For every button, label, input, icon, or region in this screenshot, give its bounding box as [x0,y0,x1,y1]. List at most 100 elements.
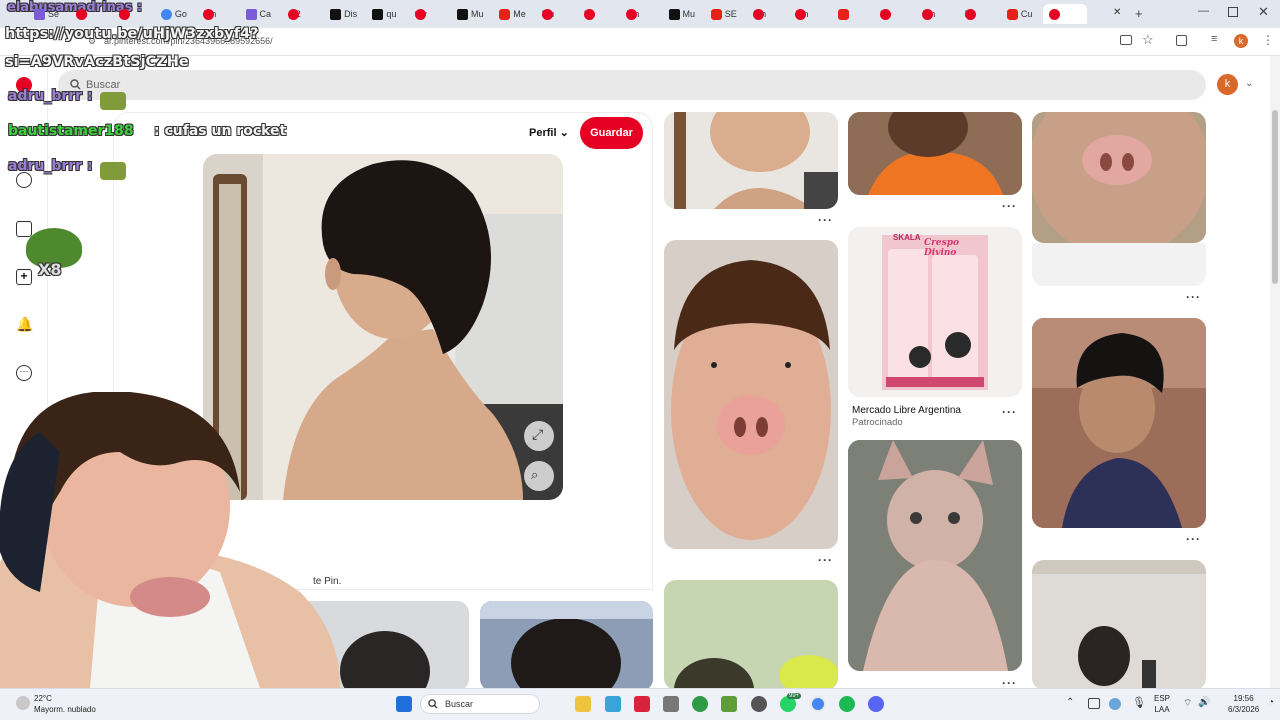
chrome-icon[interactable] [692,696,708,712]
browser-tab[interactable]: Dis [324,4,362,24]
spotify-icon[interactable] [839,696,855,712]
pin-image[interactable] [664,580,838,690]
overlay-link-line: https://youtu.be/uHjW3zxbyf4? [5,26,259,42]
tab-label: Ca [259,9,272,19]
install-app-icon[interactable] [1120,35,1132,45]
weather-widget[interactable]: 22°C Mayorm. nublado [34,693,96,715]
emote-icon [100,92,126,110]
discord-icon[interactable] [868,696,884,712]
taskbar-search-label: Buscar [445,699,474,709]
pin-image[interactable] [664,112,838,209]
pin-favicon-icon [753,8,765,20]
browser-tab[interactable]: Me [493,4,531,24]
windows-start-icon[interactable] [396,696,412,712]
browser-tab[interactable]: Mu [663,4,701,24]
minimize-button[interactable]: — [1198,5,1209,17]
pin-image[interactable] [848,440,1022,671]
new-tab-button[interactable]: + [1135,6,1143,21]
app-icon[interactable] [663,696,679,712]
more-options-icon[interactable]: ··· [1186,290,1201,304]
more-options-icon[interactable]: ··· [1002,405,1017,419]
chrome-active-icon[interactable] [810,696,826,712]
more-options-icon[interactable]: ··· [818,553,833,567]
visual-search-icon[interactable] [524,461,554,491]
browser-tab[interactable]: De [70,4,108,24]
pin-favicon-icon [118,8,130,20]
tray-app-icon[interactable] [1088,698,1100,709]
browser-tab[interactable] [832,4,870,24]
more-options-icon[interactable]: ··· [818,213,833,227]
browser-tab[interactable]: Ro [874,4,912,24]
browser-tab[interactable]: Pin [916,4,954,24]
emote-icon [100,162,126,180]
browser-tab[interactable]: Pin [747,4,785,24]
pin-image[interactable] [1032,560,1206,690]
tray-app-icon[interactable] [1109,698,1121,710]
more-options-icon[interactable]: ··· [1002,199,1017,213]
browser-tab[interactable]: Se [28,4,66,24]
user-avatar[interactable]: k [1217,74,1238,95]
browser-tab[interactable]: Pin [789,4,827,24]
pin-image[interactable] [1032,112,1206,243]
overlay-chat-username: bautistamer188 [8,123,134,139]
ad-title[interactable]: Mercado Libre Argentina [852,405,961,416]
minecraft-icon[interactable] [721,696,737,712]
cap-favicon-icon [34,8,45,20]
pin-image[interactable] [664,240,838,549]
weather-temp: 22°C [34,694,52,703]
browser-tab[interactable]: De [113,4,151,24]
pin-footer [1032,243,1206,286]
messages-icon[interactable]: ··· [16,365,32,381]
browser-tab[interactable]: Go [155,4,193,24]
browser-menu-icon[interactable]: ⋮ [1262,33,1274,47]
browser-tab[interactable]: Pin [620,4,658,24]
browser-tab[interactable]: Mu [536,4,574,24]
file-explorer-icon[interactable] [575,696,591,712]
browser-tab[interactable]: Mu [451,4,489,24]
volume-icon[interactable]: 🔊 [1198,697,1210,708]
browser-tab[interactable]: Ca [240,4,278,24]
language-indicator[interactable]: ESP LAA [1154,693,1170,715]
obs-icon[interactable] [751,696,767,712]
browser-tab[interactable]: Fu [959,4,997,24]
pin-image[interactable] [1032,318,1206,528]
browser-tab[interactable]: Di [578,4,616,24]
chevron-up-icon[interactable]: ⌃ [1066,697,1074,708]
create-plus-icon[interactable]: + [16,269,32,285]
save-button[interactable]: Guardar [580,117,643,149]
explore-compass-icon[interactable] [16,172,32,188]
weather-icon[interactable] [16,696,30,710]
profile-dropdown[interactable]: Perfil ⌄ [529,126,569,139]
system-clock[interactable]: 19:56 6/3/2026 [1228,693,1259,715]
browser-tab[interactable]: SE [705,4,743,24]
media-control-icon[interactable]: ≡ [1211,33,1217,45]
scrollbar-thumb[interactable] [1272,110,1278,284]
browser-tab[interactable]: Pin [197,4,235,24]
browser-profile-avatar[interactable]: k [1234,34,1248,48]
notifications-bell-icon[interactable]: 🔔 [16,316,33,332]
more-options-icon[interactable]: ··· [1186,532,1201,546]
close-tab-icon[interactable]: ✕ [1113,7,1121,18]
boards-icon[interactable] [16,221,32,237]
extensions-icon[interactable] [1176,35,1187,46]
maximize-button[interactable] [1228,7,1238,17]
pin-image[interactable] [480,601,653,691]
taskbar-search-box[interactable] [420,694,540,714]
close-window-button[interactable]: ✕ [1258,4,1269,20]
browser-tab[interactable]: Cu [1001,4,1039,24]
search-input[interactable] [58,70,1206,100]
notification-center-icon[interactable]: ◔ [1268,697,1274,708]
browser-tab[interactable]: qu [366,4,404,24]
microphone-icon[interactable]: 🎙 [1132,696,1146,709]
app-icon[interactable] [634,696,650,712]
tab-label: Go [174,9,187,19]
app-icon[interactable] [605,696,621,712]
pin-image[interactable] [848,112,1022,195]
browser-tab[interactable]: (1 [1043,4,1088,24]
browser-tab[interactable]: (12 [282,4,320,24]
bookmark-star-icon[interactable]: ☆ [1142,32,1154,48]
wifi-icon[interactable]: ⌔ [1183,697,1192,710]
browser-tab[interactable]: tov [409,4,447,24]
account-chevron-down-icon[interactable]: ⌄ [1245,78,1253,89]
tt-favicon-icon [372,8,384,20]
